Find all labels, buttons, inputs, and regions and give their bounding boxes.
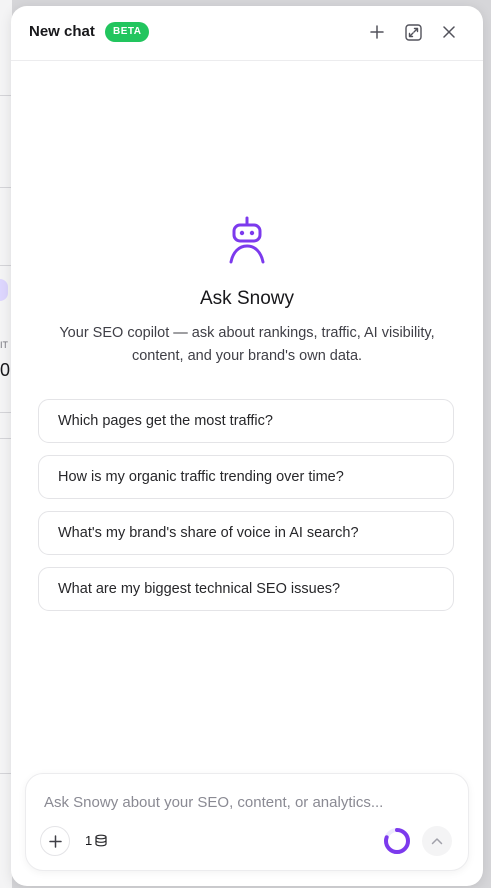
robot-icon: [225, 216, 269, 266]
credits-indicator: 1: [85, 833, 108, 848]
suggestion-chip[interactable]: Which pages get the most traffic?: [38, 399, 454, 443]
close-icon: [443, 26, 455, 38]
beta-badge: BETA: [105, 22, 150, 42]
close-button[interactable]: [437, 20, 461, 44]
suggestion-chip[interactable]: What's my brand's share of voice in AI s…: [38, 511, 454, 555]
credits-count: 1: [85, 833, 93, 848]
plus-icon: [48, 834, 62, 848]
new-chat-button[interactable]: [365, 20, 389, 44]
hero-subtitle: Your SEO copilot — ask about rankings, t…: [31, 322, 463, 368]
chat-header: New chat BETA: [11, 6, 483, 61]
chat-title: New chat: [29, 23, 95, 40]
plus-icon: [370, 25, 384, 39]
expand-icon: [404, 23, 422, 41]
suggestion-chip[interactable]: What are my biggest technical SEO issues…: [38, 567, 454, 611]
send-button[interactable]: [422, 826, 452, 856]
suggestion-chip[interactable]: How is my organic traffic trending over …: [38, 455, 454, 499]
attach-button[interactable]: [40, 826, 70, 856]
background-value: 0: [0, 360, 11, 380]
background-label: IT: [0, 340, 8, 350]
message-composer: 1: [25, 773, 469, 871]
arrow-up-icon: [431, 838, 443, 845]
message-input[interactable]: [44, 794, 444, 811]
usage-ring: [384, 828, 410, 854]
coins-icon: [95, 834, 107, 847]
expand-button[interactable]: [401, 20, 425, 44]
chat-panel: New chat BETA Ask Snowy Your SEO copilot…: [11, 6, 483, 886]
hero-title: Ask Snowy: [200, 288, 294, 309]
hero-subtitle-line: Your SEO copilot — ask about rankings, t…: [59, 325, 435, 341]
hero-subtitle-line: content, and your brand's own data.: [131, 348, 363, 364]
